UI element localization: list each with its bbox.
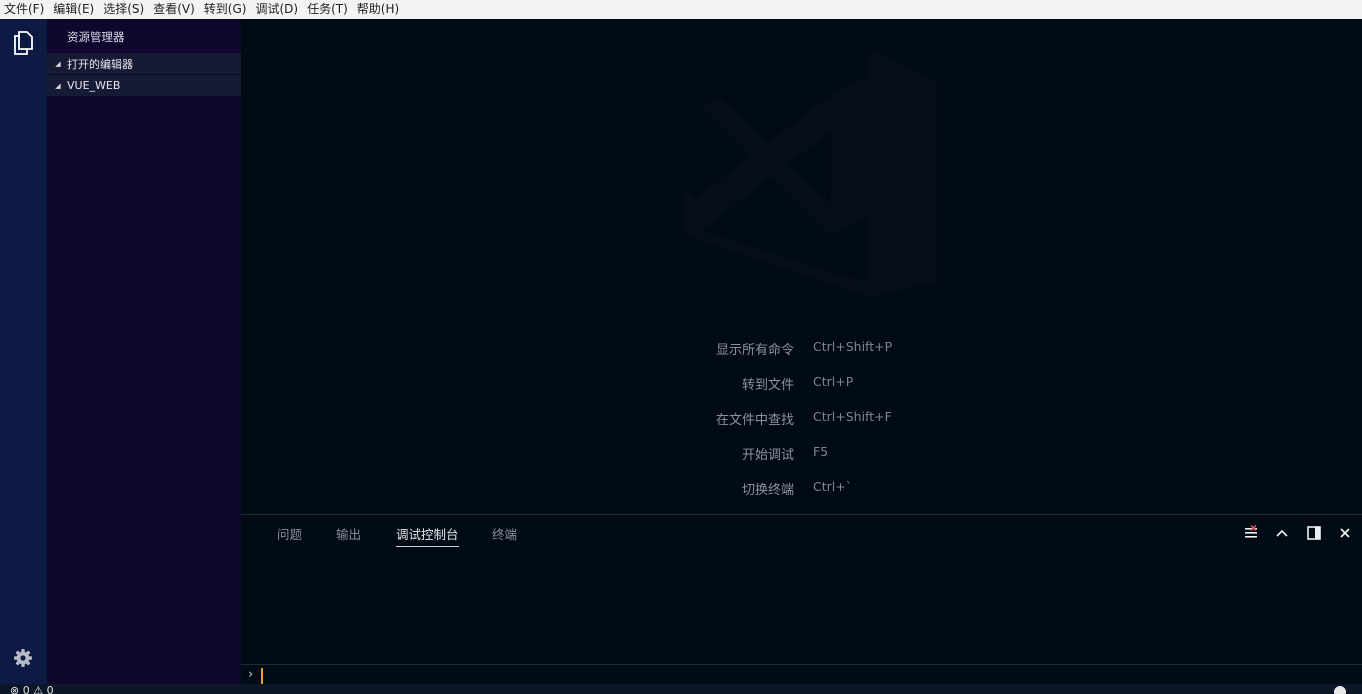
shortcut-key: F5 bbox=[813, 444, 829, 459]
shortcut-row: 在文件中查找 Ctrl+Shift+F bbox=[241, 409, 1362, 429]
shortcut-row: 转到文件 Ctrl+P bbox=[241, 374, 1362, 394]
gear-icon[interactable] bbox=[11, 646, 35, 670]
triangle-down-icon: ◢ bbox=[55, 81, 61, 90]
tab-output[interactable]: 输出 bbox=[336, 524, 361, 546]
debug-console-input[interactable]: › bbox=[241, 664, 1362, 685]
close-icon[interactable] bbox=[1337, 525, 1353, 541]
shortcut-row: 开始调试 F5 bbox=[241, 444, 1362, 464]
menu-help[interactable]: 帮助(H) bbox=[353, 0, 404, 19]
menu-edit[interactable]: 编辑(E) bbox=[49, 0, 99, 19]
menu-selection[interactable]: 选择(S) bbox=[99, 0, 149, 19]
problems-status[interactable]: ⊗ 0 ⚠ 0 bbox=[10, 685, 54, 694]
menu-tasks[interactable]: 任务(T) bbox=[303, 0, 353, 19]
section-label: 打开的编辑器 bbox=[67, 57, 133, 71]
editor-area: 显示所有命令 Ctrl+Shift+P 转到文件 Ctrl+P 在文件中查找 C… bbox=[241, 19, 1362, 514]
activity-bar bbox=[0, 19, 47, 684]
panel-tabs: 问题 输出 调试控制台 终端 bbox=[241, 515, 1362, 549]
shortcut-key: Ctrl+P bbox=[813, 374, 854, 389]
clear-console-icon[interactable] bbox=[1243, 525, 1259, 541]
tab-debug-console[interactable]: 调试控制台 bbox=[396, 524, 459, 547]
shortcut-label: 切换终端 bbox=[741, 483, 794, 498]
explorer-sidebar: 资源管理器 ◢ 打开的编辑器 ◢ VUE_WEB bbox=[47, 19, 241, 684]
shortcut-key: Ctrl+Shift+P bbox=[813, 339, 893, 354]
shortcut-label: 开始调试 bbox=[741, 448, 794, 463]
section-label: VUE_WEB bbox=[67, 79, 121, 92]
console-prompt: › bbox=[248, 667, 254, 682]
menu-view[interactable]: 查看(V) bbox=[149, 0, 200, 19]
shortcut-key: Ctrl+` bbox=[813, 479, 852, 494]
vscode-logo-icon bbox=[681, 35, 937, 299]
split-panel-icon[interactable] bbox=[1306, 525, 1322, 541]
bottom-panel: 问题 输出 调试控制台 终端 › bbox=[241, 514, 1362, 684]
menu-bar: 文件(F) 编辑(E) 选择(S) 查看(V) 转到(G) 调试(D) 任务(T… bbox=[0, 0, 1362, 19]
menu-go[interactable]: 转到(G) bbox=[200, 0, 252, 19]
shortcut-label: 显示所有命令 bbox=[715, 343, 794, 358]
menu-file[interactable]: 文件(F) bbox=[0, 0, 49, 19]
files-icon[interactable] bbox=[11, 31, 35, 55]
status-bar: ⊗ 0 ⚠ 0 bbox=[0, 684, 1362, 694]
feedback-smiley-icon[interactable] bbox=[1334, 686, 1346, 694]
section-open-editors[interactable]: ◢ 打开的编辑器 bbox=[47, 53, 241, 75]
sidebar-title: 资源管理器 bbox=[67, 30, 125, 44]
tab-problems[interactable]: 问题 bbox=[277, 524, 302, 546]
shortcut-label: 在文件中查找 bbox=[715, 413, 794, 428]
menu-debug[interactable]: 调试(D) bbox=[251, 0, 303, 19]
shortcut-key: Ctrl+Shift+F bbox=[813, 409, 892, 424]
chevron-up-icon[interactable] bbox=[1274, 525, 1290, 541]
section-vue-web[interactable]: ◢ VUE_WEB bbox=[47, 75, 241, 97]
triangle-down-icon: ◢ bbox=[55, 59, 61, 68]
shortcut-label: 转到文件 bbox=[741, 378, 794, 393]
text-caret bbox=[261, 668, 263, 684]
shortcut-row: 切换终端 Ctrl+` bbox=[241, 479, 1362, 499]
tab-terminal[interactable]: 终端 bbox=[492, 524, 517, 546]
shortcut-row: 显示所有命令 Ctrl+Shift+P bbox=[241, 339, 1362, 359]
